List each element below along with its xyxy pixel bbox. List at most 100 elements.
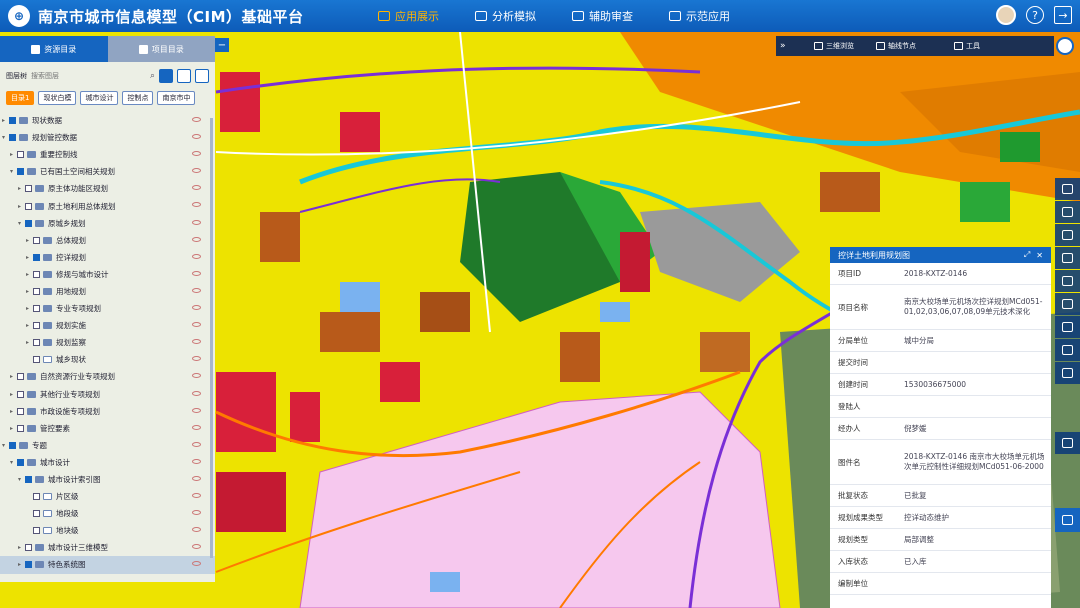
eye-icon[interactable] [192, 134, 201, 140]
expand-toggle-icon[interactable]: ▸ [18, 203, 25, 210]
expand-toggle-icon[interactable]: ▾ [18, 476, 25, 483]
tree-node[interactable]: ▸ 控详规划 [0, 249, 215, 266]
eye-icon[interactable] [192, 544, 201, 550]
eye-icon[interactable] [192, 339, 201, 345]
camera-button[interactable] [1055, 178, 1080, 200]
toolbar-tools[interactable]: 工具 [954, 41, 980, 51]
tree-node[interactable]: ▸ 特色系统图 [0, 556, 215, 574]
apps-button[interactable] [1055, 508, 1080, 532]
expand-toggle-icon[interactable]: ▸ [18, 185, 25, 192]
eye-icon[interactable] [192, 493, 201, 499]
tree-node[interactable]: ▸ 自然资源行业专项规划 [0, 368, 215, 385]
toolbar-axis-nodes[interactable]: 轴线节点 [876, 41, 916, 51]
expand-toggle-icon[interactable]: ▸ [26, 339, 33, 346]
tree-node[interactable]: ▾ 已有国土空间相关规划 [0, 163, 215, 180]
view-list-icon[interactable] [177, 69, 191, 83]
expand-toggle-icon[interactable]: ▸ [26, 271, 33, 278]
eye-icon[interactable] [192, 424, 201, 430]
maximize-icon[interactable]: ⤢ [1024, 250, 1030, 260]
expand-toggle-icon[interactable]: ▸ [10, 408, 17, 415]
view-grid-icon[interactable] [195, 69, 209, 83]
checkbox[interactable] [17, 458, 24, 466]
user-avatar[interactable] [996, 5, 1016, 25]
tree-node[interactable]: 城乡现状 [0, 351, 215, 368]
eye-icon[interactable] [192, 219, 201, 225]
tree-node[interactable]: 地段级 [0, 505, 215, 522]
tree-node[interactable]: ▸ 原土地利用总体规划 [0, 197, 215, 214]
tree-node[interactable]: ▸ 总体规划 [0, 232, 215, 249]
checkbox[interactable] [9, 134, 16, 142]
checkbox[interactable] [25, 561, 32, 569]
expand-toggle-icon[interactable]: ▾ [18, 220, 25, 227]
expand-toggle-icon[interactable]: ▾ [10, 168, 17, 175]
eye-icon[interactable] [192, 322, 201, 328]
eye-icon[interactable] [192, 441, 201, 447]
checkbox[interactable] [25, 202, 32, 210]
compass-icon[interactable] [1056, 37, 1074, 55]
eye-icon[interactable] [192, 527, 201, 533]
tree-node[interactable]: ▸ 原主体功能区规划 [0, 180, 215, 197]
expand-toggle-icon[interactable]: ▸ [26, 237, 33, 244]
tree-node[interactable]: 地块级 [0, 522, 215, 539]
eye-icon[interactable] [192, 356, 201, 362]
expand-toggle-icon[interactable]: ▸ [10, 373, 17, 380]
tree-node[interactable]: ▸ 管控要素 [0, 420, 215, 437]
eye-icon[interactable] [192, 373, 201, 379]
eye-icon[interactable] [192, 117, 201, 122]
panel-scrollbar[interactable] [210, 118, 213, 558]
tree-node[interactable]: ▸ 重要控制线 [0, 146, 215, 163]
logout-icon[interactable]: → [1054, 6, 1072, 24]
expand-toggle-icon[interactable]: ▸ [26, 322, 33, 329]
close-icon[interactable]: ✕ [1036, 251, 1043, 260]
tree-node[interactable]: ▾ 城市设计 [0, 454, 215, 471]
3d-toggle-button[interactable] [1055, 432, 1080, 454]
checkbox[interactable] [17, 390, 24, 398]
tree-node[interactable]: ▾ 城市设计索引图 [0, 471, 215, 488]
checkbox[interactable] [25, 476, 32, 484]
view-card-icon[interactable] [159, 69, 173, 83]
tree-node[interactable]: ▾ 规划管控数据 [0, 129, 215, 146]
checkbox[interactable] [33, 322, 40, 330]
tree-node[interactable]: ▸ 市政设施专项规划 [0, 403, 215, 420]
checkbox[interactable] [33, 305, 40, 313]
tree-node[interactable]: ▸ 城市设计三维模型 [0, 539, 215, 556]
checkbox[interactable] [17, 373, 24, 381]
checkbox[interactable] [33, 339, 40, 347]
eye-icon[interactable] [192, 185, 201, 191]
fullscreen-button[interactable] [1055, 270, 1080, 292]
tab-resource-catalog[interactable]: 资源目录 [0, 36, 108, 62]
location-button[interactable] [1055, 247, 1080, 269]
checkbox[interactable] [17, 424, 24, 432]
checkbox[interactable] [25, 185, 32, 193]
tab-project-catalog[interactable]: 项目目录 [107, 36, 215, 62]
filter-chip[interactable]: 城市设计 [80, 91, 119, 105]
checkbox[interactable] [33, 510, 40, 518]
layer-select[interactable]: 图层树 [6, 71, 27, 81]
help-icon[interactable]: ? [1026, 6, 1044, 24]
nav-app-display[interactable]: 应用展示 [378, 0, 439, 32]
checkbox[interactable] [33, 527, 40, 535]
hand-button[interactable] [1055, 362, 1080, 384]
screenshot-button[interactable] [1055, 293, 1080, 315]
checkbox[interactable] [9, 117, 16, 125]
eye-icon[interactable] [192, 390, 201, 396]
eye-icon[interactable] [192, 407, 201, 413]
expand-toggle-icon[interactable]: ▸ [2, 117, 9, 124]
expand-toggle-icon[interactable]: ▸ [26, 288, 33, 295]
checkbox[interactable] [9, 441, 16, 449]
expand-toggle-icon[interactable]: ▸ [18, 561, 25, 568]
eye-icon[interactable] [192, 202, 201, 208]
tree-node[interactable]: ▸ 现状数据 [0, 112, 215, 129]
checkbox[interactable] [33, 287, 40, 295]
filter-chip[interactable]: 南京市中 [157, 91, 196, 105]
expand-toggle-icon[interactable]: ▸ [10, 391, 17, 398]
tree-node[interactable]: ▸ 修规与城市设计 [0, 266, 215, 283]
checkbox[interactable] [25, 219, 32, 227]
nav-analysis[interactable]: 分析模拟 [475, 0, 536, 32]
filter-chip[interactable]: 控制点 [122, 91, 154, 105]
filter-chip[interactable]: 目录1 [6, 91, 35, 105]
expand-toggle-icon[interactable]: ▸ [26, 305, 33, 312]
eye-icon[interactable] [192, 168, 201, 174]
expand-toggle-icon[interactable]: ▾ [10, 459, 17, 466]
expand-toggle-icon[interactable]: ▸ [10, 425, 17, 432]
